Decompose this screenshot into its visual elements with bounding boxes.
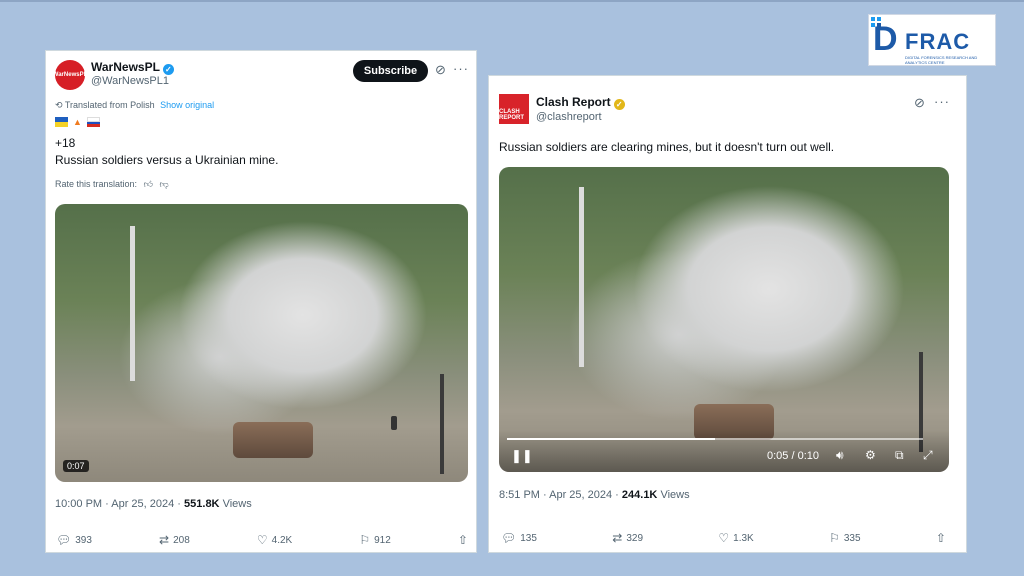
timestamp[interactable]: 8:51 PM · Apr 25, 2024 ·: [499, 489, 622, 501]
share-icon: ⇧: [457, 533, 468, 547]
reply-button[interactable]: 💬︎ 393: [56, 533, 92, 547]
more-options-icon[interactable]: ···: [934, 94, 950, 109]
tweet-card-clashreport: CLASH REPORT Clash Report ✓ @clashreport …: [488, 75, 967, 553]
logo-tagline: DIGITAL FORENSICS RESEARCH AND ANALYTICS…: [905, 55, 978, 65]
repost-icon: ⇄: [612, 531, 623, 545]
grok-icon[interactable]: ⊘: [435, 62, 446, 78]
author-name[interactable]: WarNewsPL ✓: [91, 60, 174, 75]
utility-pole: [440, 374, 444, 474]
share-button[interactable]: ⇧: [936, 531, 946, 545]
subscribe-button[interactable]: Subscribe: [353, 60, 428, 82]
repost-button[interactable]: ⇄ 329: [612, 531, 643, 545]
repost-count: 329: [626, 532, 644, 544]
thumbs-up-icon[interactable]: 👍︎: [144, 179, 153, 189]
action-bar: 💬︎ 135 ⇄ 329 ♡ 1.3K ⚐ 335 ⇧: [501, 531, 946, 545]
utility-pole: [130, 226, 135, 381]
ukraine-flag-icon: [55, 117, 68, 127]
avatar[interactable]: CLASH REPORT: [498, 93, 530, 125]
tweet-text: Russian soldiers are clearing mines, but…: [499, 140, 835, 154]
like-count: 1.3K: [733, 532, 754, 544]
rate-translation: Rate this translation: 👍︎ 👎︎: [55, 179, 169, 190]
bookmark-button[interactable]: ⚐ 912: [359, 533, 390, 547]
video-progress-bar[interactable]: [507, 438, 923, 440]
share-icon: ⇧: [935, 531, 946, 545]
bookmark-count: 912: [374, 534, 391, 546]
video-time-badge: 0:07: [63, 460, 89, 472]
picture-in-picture-icon[interactable]: ⧉: [895, 448, 904, 463]
reply-count: 135: [520, 532, 537, 544]
tweet-card-warnewspl: WarNewsPL WarNewsPL ✓ @WarNewsPL1 Subscri…: [45, 50, 477, 553]
bookmark-icon: ⚐: [359, 533, 371, 547]
avatar[interactable]: WarNewsPL: [53, 60, 87, 90]
rate-label: Rate this translation:: [55, 179, 138, 189]
pause-icon[interactable]: ❚❚: [511, 448, 533, 464]
author-handle[interactable]: @WarNewsPL1: [91, 75, 169, 87]
tweet-text: Russian soldiers versus a Ukrainian mine…: [55, 153, 279, 167]
logo-word: FRAC: [905, 29, 971, 54]
bookmark-button[interactable]: ⚐ 335: [829, 531, 860, 545]
settings-icon[interactable]: ⚙: [865, 448, 876, 462]
translated-label: Translated from Polish: [64, 100, 155, 110]
share-button[interactable]: ⇧: [458, 533, 468, 547]
video-player[interactable]: ❚❚ 0:05 / 0:10 🔊︎ ⚙ ⧉ ⤢: [499, 167, 949, 472]
repost-count: 208: [173, 534, 190, 546]
age-label: +18: [55, 136, 76, 150]
russia-flag-icon: [87, 117, 100, 128]
grok-icon[interactable]: ⊘: [914, 95, 925, 111]
like-count: 4.2K: [271, 534, 293, 546]
reply-button[interactable]: 💬︎ 135: [501, 531, 537, 545]
translation-note: ⟲ Translated from Polish Show original: [55, 100, 214, 111]
avatar-text: CLASH REPORT: [499, 94, 529, 124]
views-count: 244.1K: [621, 489, 658, 501]
video-progress-fill: [507, 438, 715, 440]
more-options-icon[interactable]: ···: [453, 61, 469, 76]
show-original-link[interactable]: Show original: [160, 100, 214, 110]
logo-mark: D: [873, 20, 898, 58]
views-label: Views: [657, 489, 690, 501]
verified-badge-icon: ✓: [613, 99, 625, 110]
views-count: 551.8K: [184, 498, 220, 510]
verified-badge-icon: ✓: [162, 64, 174, 75]
soldier: [391, 416, 397, 430]
tweet-meta: 8:51 PM · Apr 25, 2024 · 244.1K Views: [499, 489, 690, 501]
like-button[interactable]: ♡ 1.3K: [718, 531, 753, 545]
like-button[interactable]: ♡ 4.2K: [257, 533, 292, 547]
author-name[interactable]: Clash Report ✓: [536, 95, 625, 110]
reply-icon: 💬︎: [501, 531, 517, 545]
repost-icon: ⇄: [159, 533, 170, 547]
top-border: [0, 0, 1024, 2]
video-player[interactable]: 0:07: [55, 204, 468, 482]
bookmark-count: 335: [843, 532, 861, 544]
author-name-text[interactable]: Clash Report: [536, 95, 611, 109]
video-time: 0:05 / 0:10: [767, 450, 819, 462]
fullscreen-icon[interactable]: ⤢: [923, 448, 933, 463]
fire-icon: ▲: [73, 117, 82, 127]
video-controls: ❚❚ 0:05 / 0:10 🔊︎ ⚙ ⧉ ⤢: [499, 430, 949, 472]
reply-icon: 💬︎: [56, 533, 72, 547]
translate-icon: ⟲: [55, 100, 63, 110]
action-bar: 💬︎ 393 ⇄ 208 ♡ 4.2K ⚐ 912 ⇧: [56, 533, 468, 547]
bookmark-icon: ⚐: [829, 531, 840, 545]
reply-count: 393: [75, 534, 92, 546]
volume-icon[interactable]: 🔊︎: [836, 448, 844, 463]
heart-icon: ♡: [718, 531, 730, 545]
heart-icon: ♡: [256, 533, 268, 547]
flag-emojis: ▲: [55, 117, 100, 128]
utility-pole: [579, 187, 584, 367]
author-name-text[interactable]: WarNewsPL: [91, 60, 160, 74]
tweet-meta: 10:00 PM · Apr 25, 2024 · 551.8K Views: [55, 498, 252, 510]
thumbs-down-icon[interactable]: 👎︎: [159, 179, 168, 189]
views-label: Views: [219, 498, 252, 510]
armored-vehicle: [233, 422, 313, 458]
repost-button[interactable]: ⇄ 208: [159, 533, 190, 547]
dfrac-logo: D FRAC DIGITAL FORENSICS RESEARCH AND AN…: [868, 14, 996, 66]
author-handle[interactable]: @clashreport: [536, 111, 602, 123]
timestamp[interactable]: 10:00 PM · Apr 25, 2024 ·: [55, 498, 184, 510]
